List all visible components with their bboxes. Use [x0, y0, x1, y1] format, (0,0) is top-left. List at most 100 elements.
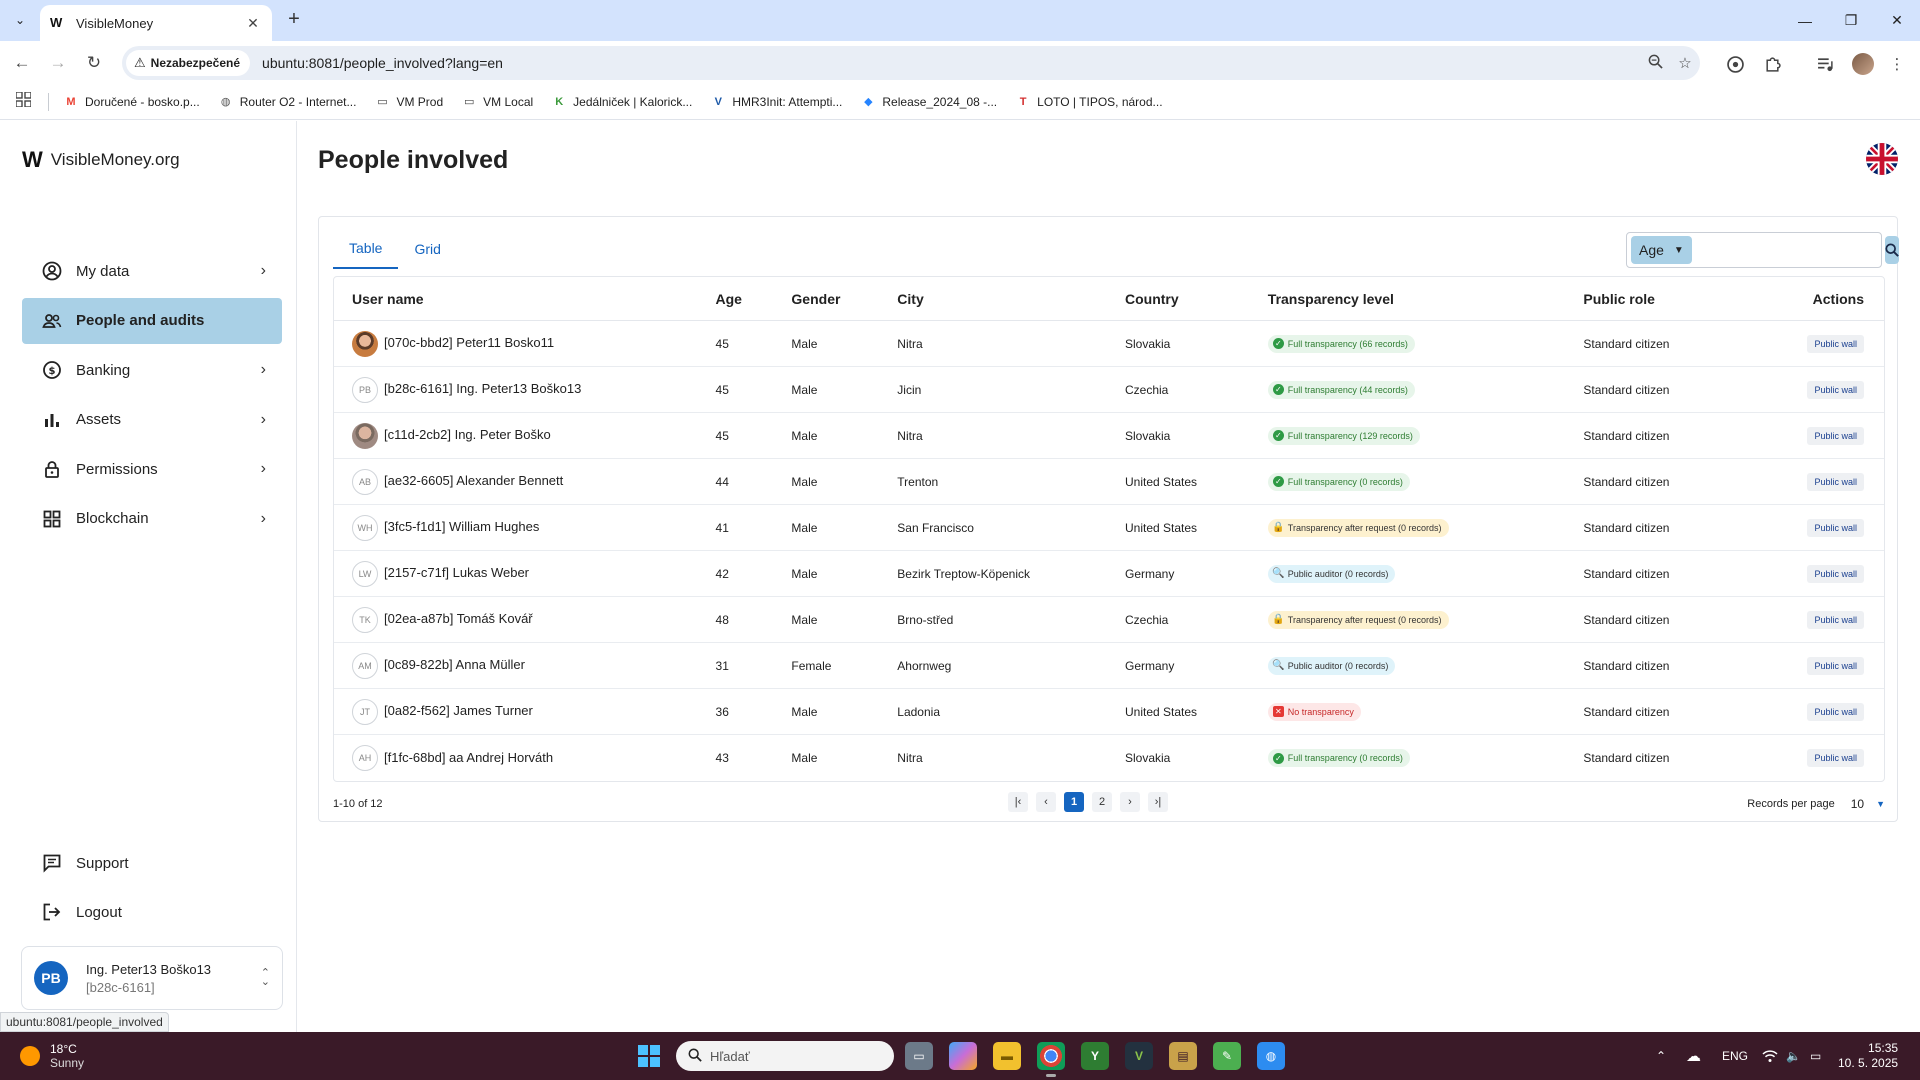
onedrive-cloud-icon[interactable]: ☁ — [1686, 1032, 1701, 1080]
table-row[interactable]: AM [0c89-822b] Anna Müller 31 Female Ahornwe… — [334, 643, 1884, 689]
bookmark-item[interactable]: ▭ VM Local — [461, 94, 533, 110]
header-public-role[interactable]: Public role — [1583, 291, 1767, 307]
window-close-button[interactable]: ✕ — [1874, 0, 1920, 41]
header-age[interactable]: Age — [716, 291, 792, 307]
table-row[interactable]: [070c-bbd2] Peter11 Bosko11 45 Male Nitra Sl… — [334, 321, 1884, 367]
nav-item-people-and-audits[interactable]: People and audits — [22, 297, 282, 344]
unfold-icon[interactable]: ⌃ ⌄ — [261, 968, 270, 988]
copilot-icon[interactable] — [949, 1042, 977, 1070]
public-wall-button[interactable]: Public wall — [1807, 749, 1864, 767]
page-2-button[interactable]: 2 — [1092, 792, 1112, 812]
task-view-icon[interactable]: ▭ — [905, 1042, 933, 1070]
notepad-icon[interactable]: ✎ — [1213, 1042, 1241, 1070]
search-input[interactable] — [1697, 236, 1879, 264]
tab-grid[interactable]: Grid — [398, 229, 456, 269]
nav-item-permissions[interactable]: Permissions › — [22, 446, 282, 492]
cell-user-name[interactable]: [c11d-2cb2] Ing. Peter Boško — [334, 422, 716, 449]
extension-shield-icon[interactable] — [1724, 53, 1746, 75]
uk-flag-icon[interactable] — [1866, 143, 1898, 175]
public-wall-button[interactable]: Public wall — [1807, 656, 1864, 675]
language-indicator[interactable]: ENG — [1722, 1032, 1748, 1080]
windows-start-icon[interactable] — [638, 1045, 660, 1067]
cell-user-name[interactable]: WH [3fc5-f1d1] William Hughes — [334, 514, 716, 541]
table-row[interactable]: LW [2157-c71f] Lukas Weber 42 Male Bezirk Tr… — [334, 551, 1884, 597]
tray-chevron-icon[interactable]: ⌃ — [1656, 1032, 1666, 1080]
security-chip[interactable]: ⚠ Nezabezpečené — [126, 50, 251, 76]
cell-user-name[interactable]: JT [0a82-f562] James Turner — [334, 698, 716, 725]
page-1-button[interactable]: 1 — [1064, 792, 1084, 812]
nav-item-logout[interactable]: Logout — [22, 889, 282, 935]
media-control-icon[interactable] — [1814, 53, 1836, 75]
nav-item-blockchain[interactable]: Blockchain › — [22, 496, 282, 542]
bookmark-item[interactable]: V HMR3Init: Attempti... — [710, 94, 843, 110]
bookmark-item[interactable]: T LOTO | TIPOS, národ... — [1015, 94, 1163, 110]
cell-user-name[interactable]: TK [02ea-a87b] Tomáš Kovář — [334, 606, 716, 633]
public-wall-button[interactable]: Public wall — [1807, 472, 1864, 491]
cell-user-name[interactable]: AB [ae32-6605] Alexander Bennett — [334, 468, 716, 495]
app-archive-icon[interactable]: ▤ — [1169, 1042, 1197, 1070]
reload-button[interactable]: ↻ — [82, 51, 106, 75]
public-wall-button[interactable]: Public wall — [1807, 380, 1864, 399]
nav-item-banking[interactable]: $ Banking › — [22, 347, 282, 393]
search-field-select[interactable]: Age ▼ — [1631, 236, 1692, 264]
wifi-icon[interactable] — [1762, 1032, 1778, 1080]
first-page-button[interactable]: |‹ — [1008, 792, 1028, 812]
nav-item-support[interactable]: Support — [22, 840, 282, 886]
bookmark-item[interactable]: M Doručené - bosko.p... — [63, 94, 199, 110]
file-explorer-icon[interactable]: ▬ — [993, 1042, 1021, 1070]
public-wall-button[interactable]: Public wall — [1807, 334, 1864, 353]
prev-page-button[interactable]: ‹ — [1036, 792, 1056, 812]
header-transparency-level[interactable]: Transparency level — [1268, 291, 1584, 307]
cell-user-name[interactable]: PB [b28c-6161] Ing. Peter13 Boško13 — [334, 376, 716, 403]
public-wall-button[interactable]: Public wall — [1807, 518, 1864, 537]
tab-table[interactable]: Table — [333, 229, 399, 269]
weather-widget[interactable]: 18°C Sunny — [20, 1042, 84, 1070]
cell-user-name[interactable]: [070c-bbd2] Peter11 Bosko11 — [334, 330, 716, 357]
search-button[interactable] — [1884, 236, 1899, 264]
new-tab-button[interactable]: + — [282, 8, 306, 32]
url-text[interactable]: ubuntu:8081/people_involved?lang=en — [262, 55, 1640, 71]
volume-icon[interactable]: 🔈 — [1786, 1032, 1801, 1080]
battery-icon[interactable]: ▭ — [1810, 1032, 1821, 1080]
address-bar[interactable]: ⚠ Nezabezpečené ubuntu:8081/people_invol… — [122, 46, 1700, 80]
nav-item-my-data[interactable]: My data › — [22, 248, 282, 294]
taskbar-search[interactable]: Hľadať — [676, 1041, 894, 1071]
next-page-button[interactable]: › — [1120, 792, 1140, 812]
user-switcher[interactable]: PB Ing. Peter13 Boško13 [b28c-6161] ⌃ ⌄ — [21, 946, 283, 1010]
records-per-page-select[interactable]: 10 — [1851, 797, 1864, 811]
brand[interactable]: W VisibleMoney.org — [22, 147, 180, 173]
restore-button[interactable]: ❐ — [1828, 0, 1874, 41]
public-wall-button[interactable]: Public wall — [1807, 702, 1864, 721]
tab-search-button[interactable]: ⌄ — [8, 8, 32, 32]
nav-item-assets[interactable]: Assets › — [22, 397, 282, 443]
table-row[interactable]: PB [b28c-6161] Ing. Peter13 Boško13 45 Male… — [334, 367, 1884, 413]
clock[interactable]: 15:35 10. 5. 2025 — [1838, 1041, 1898, 1071]
bookmark-item[interactable]: ◍ Router O2 - Internet... — [218, 94, 357, 110]
bookmark-item[interactable]: ▭ VM Prod — [374, 94, 443, 110]
cell-user-name[interactable]: LW [2157-c71f] Lukas Weber — [334, 560, 716, 587]
visual-studio-code-icon[interactable]: V — [1125, 1042, 1153, 1070]
table-row[interactable]: WH [3fc5-f1d1] William Hughes 41 Male San Fr… — [334, 505, 1884, 551]
public-wall-button[interactable]: Public wall — [1807, 610, 1864, 629]
table-row[interactable]: [c11d-2cb2] Ing. Peter Boško 45 Male Nitra S… — [334, 413, 1884, 459]
table-row[interactable]: JT [0a82-f562] James Turner 36 Male Ladonia U… — [334, 689, 1884, 735]
back-button[interactable]: ← — [10, 51, 34, 75]
header-gender[interactable]: Gender — [791, 291, 897, 307]
public-wall-button[interactable]: Public wall — [1807, 564, 1864, 583]
browser-tab-active[interactable]: W VisibleMoney ✕ — [40, 5, 272, 41]
table-row[interactable]: AH [f1fc-68bd] aa Andrej Horváth 43 Male Nit… — [334, 735, 1884, 781]
app-y-icon[interactable]: Y — [1081, 1042, 1109, 1070]
header-city[interactable]: City — [897, 291, 1125, 307]
tab-close-icon[interactable]: ✕ — [244, 15, 262, 32]
public-wall-button[interactable]: Public wall — [1807, 426, 1864, 445]
apps-grid-icon[interactable] — [15, 91, 34, 111]
last-page-button[interactable]: ›| — [1148, 792, 1168, 812]
browser-menu-icon[interactable]: ⋮ — [1886, 53, 1908, 75]
bookmark-item[interactable]: ◆ Release_2024_08 -... — [860, 94, 997, 110]
chrome-icon[interactable] — [1037, 1042, 1065, 1077]
header-country[interactable]: Country — [1125, 291, 1268, 307]
table-row[interactable]: AB [ae32-6605] Alexander Bennett 44 Male Tre… — [334, 459, 1884, 505]
zoom-icon[interactable] — [1640, 54, 1670, 73]
bookmark-item[interactable]: K Jedálniček | Kalorick... — [551, 94, 692, 110]
caret-down-icon[interactable]: ▼ — [1876, 799, 1885, 809]
